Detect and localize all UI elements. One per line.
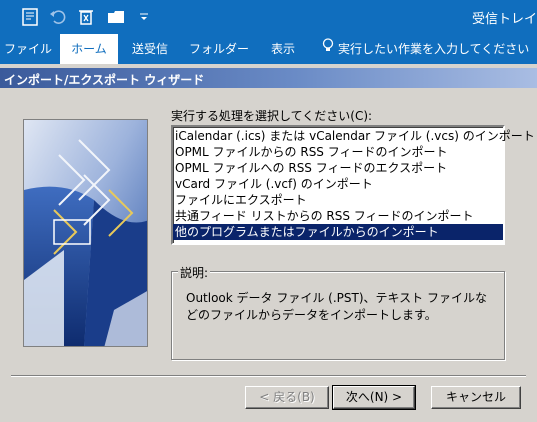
action-item-import-opml-rss[interactable]: OPML ファイルからの RSS フィードのインポート [173,144,503,160]
window-title: 受信トレイ [471,12,537,27]
description-groupbox: 説明: Outlook データ ファイル (.PST)、テキスト ファイルなどの… [171,264,505,360]
description-text: Outlook データ ファイル (.PST)、テキスト ファイルなどのファイル… [186,291,487,322]
tab-folder[interactable]: フォルダー [184,34,254,64]
back-button[interactable]: < 戻る(B) [245,386,329,409]
action-item-import-common-feed-list[interactable]: 共通フィード リストからの RSS フィードのインポート [173,208,503,224]
wizard-artwork [23,119,148,347]
action-item-import-other-program[interactable]: 他のプログラムまたはファイルからのインポート [173,224,503,240]
action-listbox[interactable]: iCalendar (.ics) または vCalendar ファイル (.vc… [171,125,535,245]
quick-access-toolbar: 受信トレイ [0,0,537,34]
tell-me-box[interactable]: 実行したい作業を入力してください [322,34,537,64]
lightbulb-icon [322,34,334,64]
tab-send-receive[interactable]: 送受信 [122,34,178,64]
action-item-import-vcard[interactable]: vCard ファイル (.vcf) のインポート [173,176,503,192]
wizard-titlebar: インポート/エクスポート ウィザード [0,68,537,88]
customize-qat-icon[interactable] [134,7,154,27]
tab-file[interactable]: ファイル [0,34,56,64]
undo-icon[interactable] [48,7,68,27]
tab-view[interactable]: 表示 [258,34,308,64]
ribbon-tabs: ファイル ホーム 送受信 フォルダー 表示 実行したい作業を入力してください [0,34,537,64]
action-prompt-label: 実行する処理を選択してください(C): [171,109,373,123]
tell-me-text: 実行したい作業を入力してください [338,42,530,56]
action-item-import-icalendar[interactable]: iCalendar (.ics) または vCalendar ファイル (.vc… [173,128,535,144]
cancel-button[interactable]: キャンセル [431,386,521,409]
button-separator [11,375,526,377]
action-item-export-to-file[interactable]: ファイルにエクスポート [173,192,503,208]
import-export-wizard: インポート/エクスポート ウィザード 実行する処理を選択してください(C): i… [0,64,537,422]
tab-home[interactable]: ホーム [60,34,118,64]
wizard-title: インポート/エクスポート ウィザード [4,73,205,87]
next-button[interactable]: 次へ(N) > [332,385,416,410]
folder-icon[interactable] [106,7,126,27]
description-label: 説明: [178,264,211,281]
ribbon: 受信トレイ ファイル ホーム 送受信 フォルダー 表示 実行したい作業を入力して… [0,0,537,64]
action-item-export-opml-rss[interactable]: OPML ファイルへの RSS フィードのエクスポート [173,160,503,176]
send-receive-icon[interactable] [20,7,40,27]
delete-icon[interactable] [76,7,96,27]
